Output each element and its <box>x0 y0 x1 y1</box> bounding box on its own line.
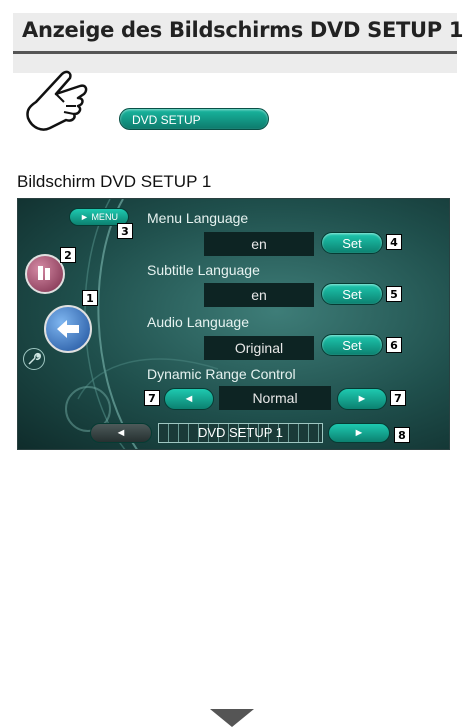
dvd-setup-button[interactable]: DVD SETUP <box>119 108 269 130</box>
menu-language-label: Menu Language <box>147 210 249 226</box>
dvd-setup-screen: ► MENU 3 2 1 Menu Language en Set 4 Subt… <box>17 198 450 450</box>
drc-label: Dynamic Range Control <box>147 366 296 382</box>
menu-language-value: en <box>204 232 314 256</box>
hand-pointer-icon <box>26 70 88 131</box>
callout-2: 2 <box>60 247 76 263</box>
callout-8: 8 <box>394 427 410 443</box>
callout-5: 5 <box>386 286 402 302</box>
pager-title: DVD SETUP 1 <box>197 425 283 440</box>
wrench-glyph-icon <box>28 353 41 365</box>
page-next-button[interactable]: ► <box>328 423 390 443</box>
wrench-icon[interactable] <box>23 348 45 370</box>
audio-language-label: Audio Language <box>147 314 249 330</box>
page-title: Anzeige des Bildschirms DVD SETUP 1 <box>22 18 464 42</box>
return-button[interactable] <box>44 305 92 353</box>
callout-7-right: 7 <box>390 390 406 406</box>
subtitle-language-set-button[interactable]: Set <box>321 283 383 305</box>
continue-arrow-icon <box>210 709 254 727</box>
menu-language-set-button[interactable]: Set <box>321 232 383 254</box>
section-subheading: Bildschirm DVD SETUP 1 <box>17 172 212 191</box>
pager-title-box: DVD SETUP 1 <box>158 423 323 443</box>
drc-value: Normal <box>219 386 331 410</box>
subtitle-language-label: Subtitle Language <box>147 262 260 278</box>
media-glyph-icon <box>38 266 50 280</box>
callout-6: 6 <box>386 337 402 353</box>
page-prev-button[interactable]: ◄ <box>90 423 152 443</box>
media-icon[interactable] <box>25 254 65 294</box>
subtitle-language-value: en <box>204 283 314 307</box>
callout-1: 1 <box>82 290 98 306</box>
callout-3: 3 <box>117 223 133 239</box>
callout-7-left: 7 <box>144 390 160 406</box>
drc-next-button[interactable]: ► <box>337 388 387 410</box>
drc-prev-button[interactable]: ◄ <box>164 388 214 410</box>
audio-language-value: Original <box>204 336 314 360</box>
callout-4: 4 <box>386 234 402 250</box>
title-divider <box>13 51 457 54</box>
return-arrow-icon <box>57 320 79 338</box>
audio-language-set-button[interactable]: Set <box>321 334 383 356</box>
